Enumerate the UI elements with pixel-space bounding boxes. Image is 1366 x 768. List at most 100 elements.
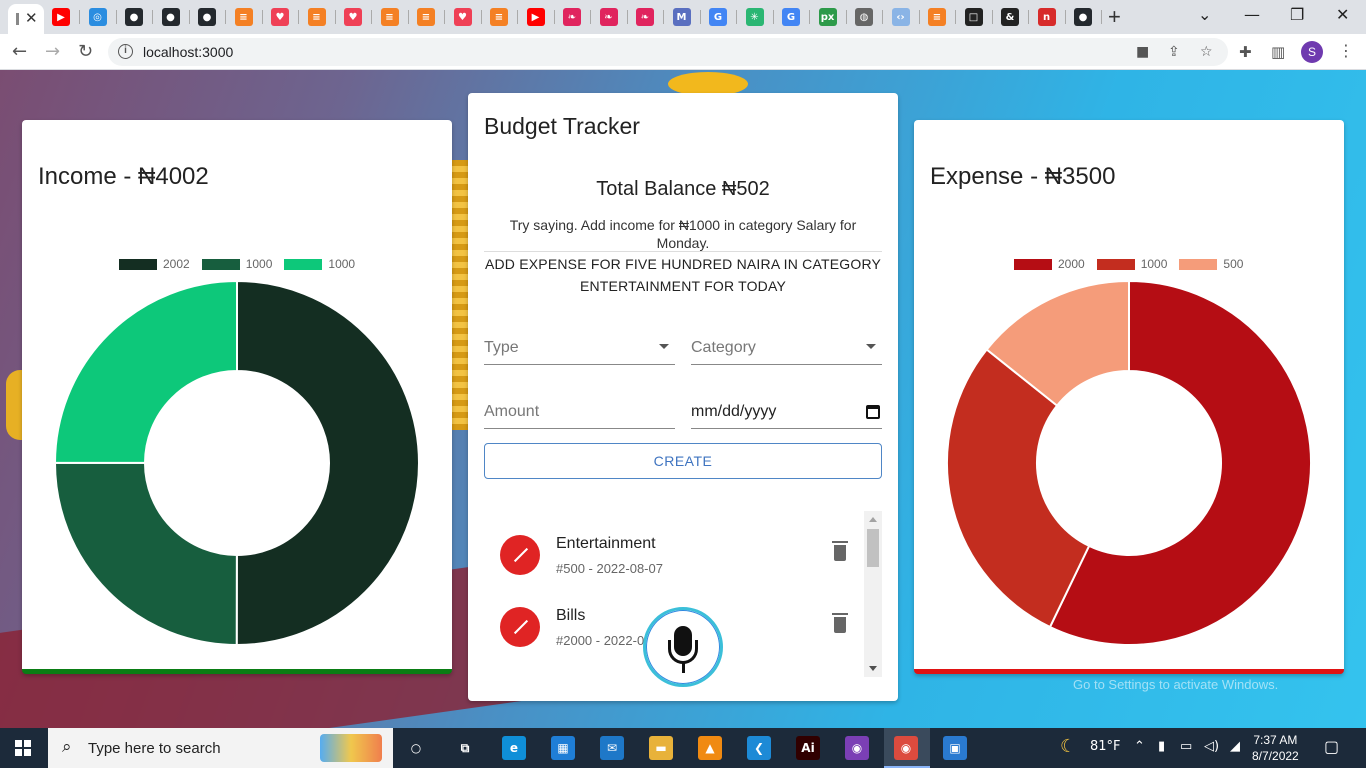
delete-icon[interactable]	[832, 613, 848, 633]
list-scrollbar[interactable]	[864, 511, 882, 677]
donut-slice-0[interactable]	[235, 279, 420, 647]
weather-moon-icon[interactable]: ☾	[1060, 736, 1076, 757]
tab-active[interactable]: ✕	[8, 4, 44, 34]
store-icon[interactable]: ▦	[551, 736, 575, 760]
chevron-down-icon	[866, 344, 876, 349]
github-desktop-icon[interactable]: ◉	[845, 736, 869, 760]
close-window-button[interactable]: ✕	[1336, 5, 1349, 24]
youtube-icon[interactable]: ▶	[526, 8, 545, 26]
notifications-icon[interactable]: ▢	[1324, 737, 1339, 756]
bookmark-star-icon[interactable]: ☆	[1200, 44, 1213, 60]
legend-item[interactable]: 500	[1179, 257, 1243, 271]
legend-item[interactable]: 1000	[284, 257, 355, 271]
volume-icon[interactable]: ◁)	[1204, 739, 1219, 754]
github-icon[interactable]: ●	[1074, 8, 1092, 26]
stackoverflow-icon[interactable]: ≡	[417, 8, 435, 26]
github-icon[interactable]: ●	[198, 8, 216, 26]
n-icon[interactable]: n	[1037, 8, 1056, 26]
legend-item[interactable]: 2002	[119, 257, 190, 271]
vscode-remote-icon[interactable]: ◎	[88, 8, 107, 26]
ampersand-icon[interactable]: &	[1001, 8, 1019, 26]
taskbar-search[interactable]: ⌕ Type here to search	[48, 728, 393, 768]
donut-slice-2[interactable]	[53, 279, 238, 464]
search-highlight-icon[interactable]	[320, 734, 382, 762]
close-tab-icon[interactable]: ✕	[25, 9, 38, 27]
stackoverflow-icon[interactable]: ≡	[307, 8, 326, 26]
google-icon[interactable]: G	[782, 8, 800, 26]
create-button[interactable]: CREATE	[484, 443, 882, 479]
chrome-icon[interactable]: ◉	[894, 736, 918, 760]
px-icon[interactable]: px	[818, 8, 837, 26]
new-tab-button[interactable]: +	[1108, 4, 1121, 30]
side-panel-icon[interactable]: ▥	[1271, 43, 1285, 61]
code-icon[interactable]: ‹›	[891, 8, 910, 26]
pocket-icon[interactable]: ♥	[344, 8, 362, 26]
legend-label: 2000	[1058, 257, 1085, 271]
category-select[interactable]: Category	[691, 331, 882, 365]
tab-separator	[918, 10, 920, 24]
menu-icon[interactable]: ⋮	[1338, 41, 1354, 60]
legend-item[interactable]: 2000	[1014, 257, 1085, 271]
delete-icon[interactable]	[832, 541, 848, 561]
amount-input[interactable]: Amount	[484, 395, 675, 429]
forward-button[interactable]: →	[45, 41, 60, 62]
donut-slice-1[interactable]	[54, 461, 238, 647]
github-icon[interactable]: ●	[125, 8, 143, 26]
calendar-icon[interactable]	[866, 405, 880, 419]
reload-button[interactable]: ↻	[78, 41, 93, 62]
show-hidden-icons-icon[interactable]: ⌃	[1134, 739, 1145, 754]
github-icon[interactable]: ●	[161, 8, 180, 26]
wifi-icon[interactable]: ◢	[1230, 739, 1240, 754]
share-icon[interactable]: ⇪	[1168, 44, 1180, 60]
pocket-icon[interactable]: ♥	[453, 8, 472, 26]
vscode-icon[interactable]: ❮	[747, 736, 771, 760]
address-bar[interactable]: i localhost:3000 ■ ⇪ ☆	[108, 38, 1228, 66]
activate-windows-watermark: Activate Windows Go to Settings to activ…	[1073, 652, 1278, 692]
minimize-button[interactable]: —	[1244, 5, 1260, 24]
camera-icon[interactable]: ■	[1136, 44, 1149, 60]
site-info-icon[interactable]: i	[118, 44, 133, 59]
illustrator-icon[interactable]: Ai	[796, 736, 820, 760]
google-icon[interactable]: G	[709, 8, 727, 26]
stackoverflow-icon[interactable]: ≡	[490, 8, 508, 26]
task-view-icon[interactable]: ⧉	[453, 736, 477, 760]
vlc-icon[interactable]: ▲	[698, 736, 722, 760]
pocket-icon[interactable]: ♥	[271, 8, 289, 26]
cortana-icon[interactable]: ○	[404, 736, 428, 760]
profile-avatar[interactable]: S	[1301, 41, 1323, 63]
clock[interactable]: 7:37 AM 8/7/2022	[1252, 732, 1299, 764]
pinwheel-icon[interactable]: ✳	[745, 8, 764, 26]
feather-icon[interactable]: ❧	[636, 8, 654, 26]
restore-button[interactable]: ❐	[1290, 5, 1304, 24]
feather-icon[interactable]: ❧	[563, 8, 581, 26]
globe-icon[interactable]: ◍	[855, 8, 873, 26]
weather-temp[interactable]: 81°F	[1090, 739, 1121, 754]
m-icon[interactable]: M	[672, 8, 691, 26]
type-select[interactable]: Type	[484, 331, 675, 365]
extensions-icon[interactable]: ✚	[1239, 43, 1252, 61]
stackoverflow-icon[interactable]: ≡	[380, 8, 399, 26]
scroll-thumb[interactable]	[867, 529, 879, 567]
stackoverflow-icon[interactable]: ≡	[234, 8, 253, 26]
legend-item[interactable]: 1000	[201, 257, 272, 271]
square-icon[interactable]: □	[964, 8, 983, 26]
legend-item[interactable]: 1000	[1096, 257, 1167, 271]
mail-icon[interactable]: ✉	[600, 736, 624, 760]
stackoverflow-icon[interactable]: ≡	[928, 8, 946, 26]
battery-icon[interactable]: ▭	[1180, 739, 1192, 754]
scroll-down-icon[interactable]	[869, 666, 877, 671]
edge-icon[interactable]: e	[502, 736, 526, 760]
date-input[interactable]: mm/dd/yyyy	[691, 395, 882, 429]
scroll-up-icon[interactable]	[869, 517, 877, 522]
voice-hint: Try saying. Add income for ₦1000 in cate…	[509, 217, 857, 251]
microphone-button[interactable]	[643, 607, 723, 687]
tab-separator	[1064, 10, 1066, 24]
feather-icon[interactable]: ❧	[599, 8, 618, 26]
windows-start-icon[interactable]	[15, 740, 31, 756]
tab-search-icon[interactable]: ⌄	[1198, 5, 1211, 24]
microphone-tray-icon[interactable]: ▮	[1158, 739, 1165, 754]
photos-icon[interactable]: ▣	[943, 736, 967, 760]
file-explorer-icon[interactable]: ▬	[649, 736, 673, 760]
back-button[interactable]: ←	[12, 41, 27, 62]
youtube-icon[interactable]: ▶	[52, 8, 70, 26]
